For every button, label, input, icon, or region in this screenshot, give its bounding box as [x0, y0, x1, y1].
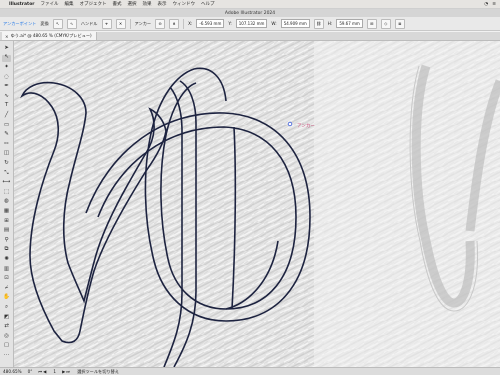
zoom-level[interactable]: 480.65%	[3, 369, 22, 374]
h-field[interactable]: 59.67 mm	[336, 19, 363, 28]
menu-item-type[interactable]: 書式	[113, 1, 122, 7]
pen-tool-icon[interactable]: ✒	[2, 83, 11, 90]
cut-path-button[interactable]: ⋔	[169, 18, 180, 29]
hide-handles-button[interactable]: ✕	[115, 18, 126, 29]
edit-toolbar-icon[interactable]: ⋯	[2, 352, 11, 359]
menu-item-help[interactable]: ヘルプ	[201, 1, 215, 7]
menu-item-select[interactable]: 選択	[128, 1, 137, 7]
divider	[183, 18, 185, 29]
artboard-number[interactable]: 1	[53, 369, 56, 374]
scale-tool-icon[interactable]: ⤡	[2, 170, 11, 177]
eraser-icon[interactable]: ◫	[2, 151, 11, 158]
h-label: H:	[327, 21, 333, 26]
fill-stroke-icon[interactable]: ◩	[2, 314, 11, 321]
x-field[interactable]: -6.593 mm	[196, 19, 225, 28]
align-icon[interactable]: ≣	[394, 18, 405, 29]
convert-label: 変換	[40, 20, 49, 26]
rotation-value[interactable]: 0°	[28, 369, 33, 374]
magic-wand-icon[interactable]: ✦	[2, 64, 11, 71]
line-tool-icon[interactable]: ╱	[2, 112, 11, 119]
close-tab-icon[interactable]: ×	[5, 34, 9, 39]
type-tool-icon[interactable]: T	[2, 103, 11, 110]
tools-panel: ➤ ↖ ✦ ◌ ✒ ∿ T ╱ ▭ ✎ ✏ ◫ ↻ ⤡ ⟷ ⬚ ◍ ▦ ⊞ ▤ ⚲ ⧉ ✺ ▥ ⊡ ⌿ ✋ ⌕ ◩ ⇄ ◎ ▢ ⋯	[0, 41, 14, 367]
menu-item-edit[interactable]: 編集	[65, 1, 74, 7]
swap-colors-icon[interactable]: ⇄	[2, 323, 11, 330]
selected-anchor-point[interactable]	[287, 121, 293, 127]
convert-smooth-button[interactable]: ∿	[66, 18, 77, 29]
curvature-tool-icon[interactable]: ∿	[2, 93, 11, 100]
symbol-sprayer-icon[interactable]: ✺	[2, 256, 11, 263]
w-label: W:	[271, 21, 277, 26]
show-handles-button[interactable]: ⌖	[101, 18, 112, 29]
lasso-icon[interactable]: ◌	[2, 74, 11, 81]
artboard-tool-icon[interactable]: ⊡	[2, 275, 11, 282]
selection-tool-icon[interactable]: ➤	[2, 45, 11, 52]
menu-item-object[interactable]: オブジェクト	[80, 1, 107, 7]
isolate-icon[interactable]: ◇	[380, 18, 391, 29]
menu-item-file[interactable]: ファイル	[41, 1, 59, 7]
menu-item-effect[interactable]: 効果	[143, 1, 152, 7]
artboard-nav-last-icon[interactable]: ▶⏭	[62, 369, 71, 374]
artwork-svg: アンカー	[14, 41, 500, 367]
y-label: Y:	[228, 21, 232, 26]
convert-corner-button[interactable]: ↖	[52, 18, 63, 29]
transform-icon[interactable]: ⊞	[366, 18, 377, 29]
artboard-nav-first-icon[interactable]: ⏮◀	[38, 369, 47, 374]
direct-selection-tool-icon[interactable]: ↖	[2, 54, 11, 62]
artboard-canvas[interactable]: アンカー	[14, 41, 500, 367]
graph-tool-icon[interactable]: ▥	[2, 266, 11, 273]
window-title: Adobe Illustrator 2024	[224, 10, 276, 16]
wifi-icon[interactable]: ◔	[484, 2, 488, 7]
slice-tool-icon[interactable]: ⌿	[2, 285, 11, 292]
w-field[interactable]: 54.909 mm	[280, 19, 310, 28]
control-center-icon[interactable]: ≡	[492, 2, 496, 7]
handle-label: ハンドル	[80, 20, 98, 26]
gradient-tool-icon[interactable]: ▤	[2, 227, 11, 234]
perspective-grid-icon[interactable]: ▦	[2, 208, 11, 215]
window-title-bar: Adobe Illustrator 2024	[0, 9, 500, 17]
anchor-point-label: アンカーポイント	[3, 20, 37, 26]
menubar-status-area: ◔ ≡	[484, 2, 500, 7]
width-tool-icon[interactable]: ⟷	[2, 179, 11, 186]
zoom-tool-icon[interactable]: ⌕	[2, 304, 11, 311]
mesh-tool-icon[interactable]: ⊞	[2, 218, 11, 225]
document-tab-bar: × ゆう.ai* @ 480.65 % (CMYK/プレビュー)	[0, 32, 500, 41]
menu-item-app[interactable]: Illustrator	[9, 2, 35, 7]
menu-bar: Illustrator ファイル 編集 オブジェクト 書式 選択 効果 表示 ウ…	[0, 0, 500, 9]
document-tab[interactable]: × ゆう.ai* @ 480.65 % (CMYK/プレビュー)	[2, 32, 97, 40]
menu-item-view[interactable]: 表示	[158, 1, 167, 7]
y-field[interactable]: 107.132 mm	[235, 19, 268, 28]
remove-anchor-button[interactable]: ⊖	[155, 18, 166, 29]
x-label: X:	[188, 21, 193, 26]
anchor-label: アンカー	[134, 20, 152, 26]
pencil-icon[interactable]: ✏	[2, 141, 11, 148]
screen-mode-icon[interactable]: ▢	[2, 343, 11, 350]
shape-builder-icon[interactable]: ◍	[2, 199, 11, 206]
link-proportions-icon[interactable]: ⛓	[313, 18, 324, 29]
control-bar: アンカーポイント 変換 ↖ ∿ ハンドル ⌖ ✕ アンカー ⊖ ⋔ X: -6.…	[0, 17, 500, 31]
hand-tool-icon[interactable]: ✋	[2, 295, 11, 302]
paintbrush-icon[interactable]: ✎	[2, 131, 11, 138]
eyedropper-icon[interactable]: ⚲	[2, 237, 11, 244]
blend-tool-icon[interactable]: ⧉	[2, 247, 11, 254]
divider	[129, 18, 131, 29]
status-bar: 480.65% 0° ⏮◀ 1 ▶⏭ 選択ツールを切り替え	[0, 367, 500, 375]
tool-status-text: 選択ツールを切り替え	[77, 368, 119, 374]
rotate-tool-icon[interactable]: ↻	[2, 160, 11, 167]
draw-mode-icon[interactable]: ◎	[2, 333, 11, 340]
free-transform-icon[interactable]: ⬚	[2, 189, 11, 196]
menu-item-window[interactable]: ウィンドウ	[173, 1, 196, 7]
document-tab-title: ゆう.ai* @ 480.65 % (CMYK/プレビュー)	[10, 33, 92, 38]
rectangle-tool-icon[interactable]: ▭	[2, 122, 11, 129]
